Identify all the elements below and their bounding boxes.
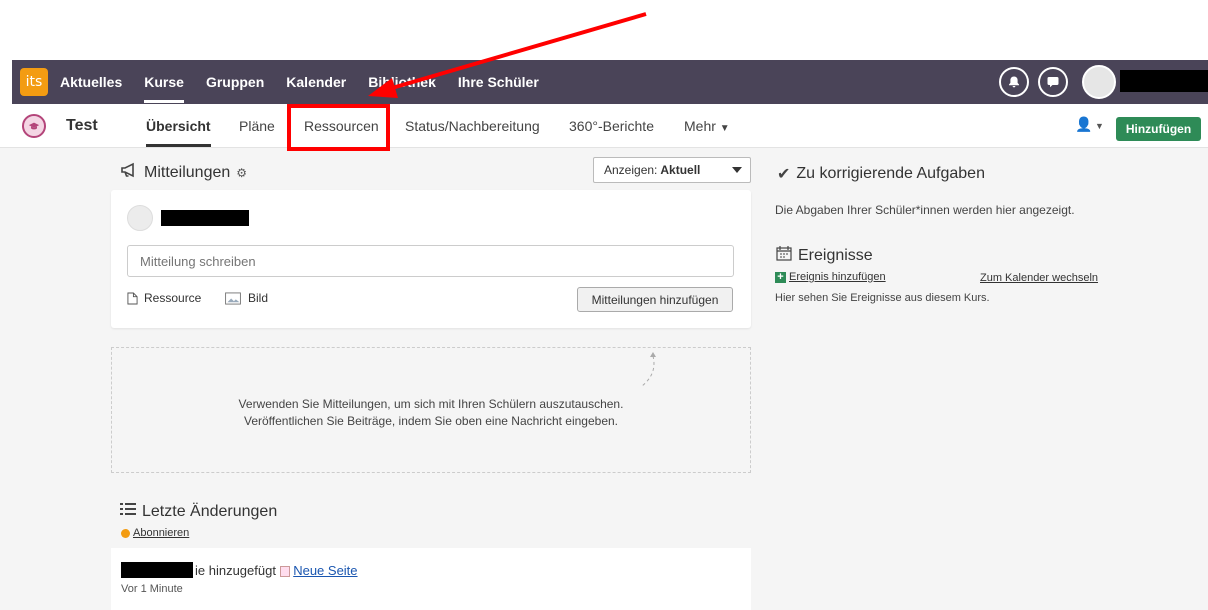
new-page-link[interactable]: Neue Seite [293,563,357,578]
calendar-switch-link[interactable]: Zum Kalender wechseln [980,272,1098,284]
gear-icon[interactable]: ⚙ [236,166,247,180]
nav-gruppen[interactable]: Gruppen [206,74,264,90]
redacted-change-author [121,562,193,578]
empty-state-line-1: Verwenden Sie Mitteilungen, um sich mit … [238,397,624,411]
update-input[interactable] [127,245,734,277]
person-icon: 👤 [1075,116,1093,132]
show-filter-select[interactable]: Anzeigen: Aktuell [593,157,751,183]
chevron-down-icon [732,167,742,173]
updates-empty-state: Verwenden Sie Mitteilungen, um sich mit … [111,347,751,473]
plus-icon: + [775,271,786,283]
rss-icon [121,528,130,538]
recent-change-item: ie hinzugefügt Neue Seite Vor 1 Minute [111,548,751,610]
tab-plaene[interactable]: Pläne [239,118,275,134]
post-update-button[interactable]: Mitteilungen hinzufügen [577,287,733,312]
file-icon [127,292,138,304]
attach-image-button[interactable]: Bild [224,291,268,305]
tab-mehr[interactable]: Mehr ▼ [684,118,730,134]
chat-icon [1047,77,1059,88]
chevron-down-icon: ▼ [719,123,730,134]
notifications-button[interactable] [999,67,1029,97]
tab-360-berichte[interactable]: 360°-Berichte [569,118,654,134]
recent-changes-title: Letzte Änderungen [142,502,278,520]
add-event-link[interactable]: + Ereignis hinzufügen [775,271,886,283]
change-description: ie hinzugefügt Neue Seite [195,563,358,578]
events-description: Hier sehen Sie Ereignisse aus diesem Kur… [775,292,990,304]
nav-ihre-schueler[interactable]: Ihre Schüler [458,74,539,90]
redacted-username [1120,70,1208,92]
image-icon [225,291,241,305]
subscribe-label: Abonnieren [133,527,190,539]
attach-image-label: Bild [248,291,269,305]
redacted-author-name [161,210,249,226]
tab-uebersicht[interactable]: Übersicht [146,118,211,147]
empty-state-line-2: Veröffentlichen Sie Beiträge, indem Sie … [243,414,619,428]
tab-status-nachbereitung[interactable]: Status/Nachbereitung [405,118,540,134]
todo-title: Zu korrigierende Aufgaben [796,165,985,182]
tab-mehr-label: Mehr [684,118,716,134]
nav-kurse[interactable]: Kurse [144,74,184,103]
todo-description: Die Abgaben Ihrer Schüler*innen werden h… [775,203,1075,217]
bell-icon [1009,76,1019,88]
course-icon [22,114,46,138]
add-event-label: Ereignis hinzufügen [789,271,886,283]
messages-button[interactable] [1038,67,1068,97]
tab-ressourcen[interactable]: Ressourcen [304,118,379,134]
graduation-cap-icon [28,122,40,130]
author-avatar [127,205,153,231]
show-value: Aktuell [660,163,701,177]
list-icon [120,502,136,521]
show-label: Anzeigen: [604,163,658,177]
compose-update-card: Ressource Bild Mitteilungen hinzufügen [111,190,751,328]
empty-state-text: Verwenden Sie Mitteilungen, um sich mit … [112,396,750,430]
person-menu[interactable]: 👤 ▼ [1075,116,1104,133]
events-header: Ereignisse [776,245,873,266]
recent-changes-header: Letzte Änderungen [120,502,277,521]
updates-title: Mitteilungen [144,163,231,181]
change-time: Vor 1 Minute [121,583,183,595]
add-button[interactable]: Hinzufügen [1116,117,1201,141]
caret-down-icon: ▼ [1092,121,1104,131]
attach-resource-label: Ressource [144,291,202,305]
attach-resource-button[interactable]: Ressource [127,291,201,305]
calendar-icon [776,245,792,266]
top-navigation-bar: its Aktuelles Kurse Gruppen Kalender Bib… [12,60,1208,104]
events-title: Ereignisse [798,246,873,264]
megaphone-icon [120,162,138,183]
user-avatar[interactable] [1082,65,1116,99]
subscribe-link[interactable]: Abonnieren [121,527,189,539]
updates-header: Mitteilungen ⚙ [120,162,247,183]
nav-kalender[interactable]: Kalender [286,74,346,90]
nav-aktuelles[interactable]: Aktuelles [60,74,122,90]
course-title[interactable]: Test [66,117,98,135]
todo-header: ✔ Zu korrigierende Aufgaben [777,164,985,184]
page-icon [279,566,290,578]
nav-bibliothek[interactable]: Bibliothek [368,74,436,90]
course-subnav: Test Übersicht Pläne Ressourcen Status/N… [0,104,1208,148]
dashed-arrow-icon [641,352,656,387]
change-text: ie hinzugefügt [195,563,276,578]
its-logo[interactable]: its [20,68,48,96]
checkmark-icon: ✔ [777,166,791,183]
